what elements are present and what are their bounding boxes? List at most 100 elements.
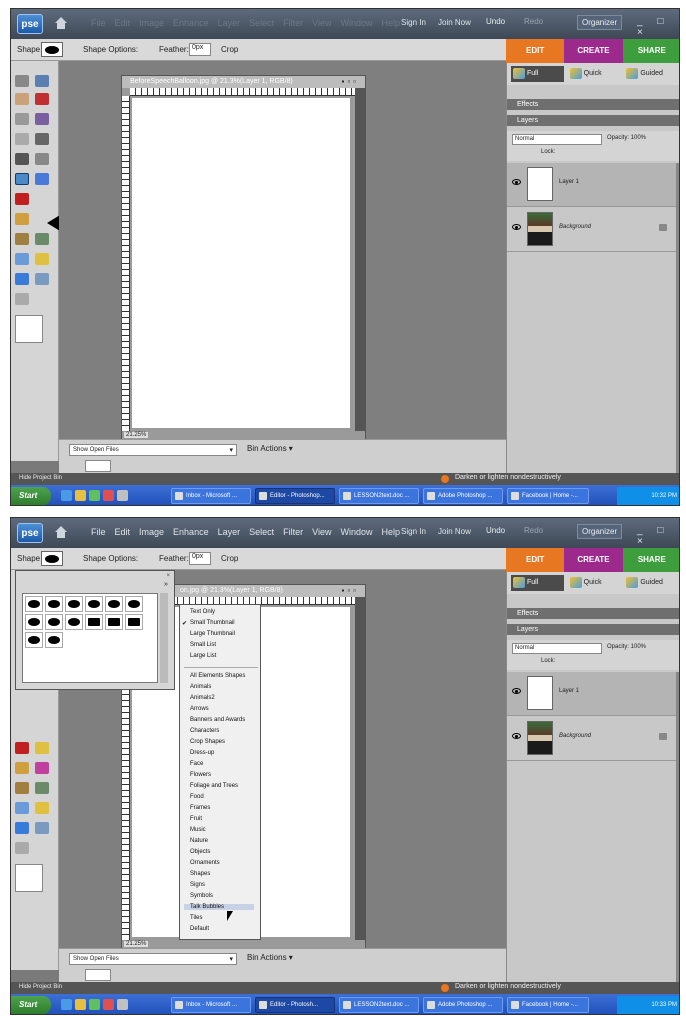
undo-button[interactable]: Undo xyxy=(486,17,505,26)
shape-picker-button[interactable] xyxy=(41,551,63,566)
menu-filter[interactable]: Filter xyxy=(283,527,303,537)
menu-select[interactable]: Select xyxy=(249,527,274,537)
picker-scrollbar[interactable] xyxy=(160,593,168,683)
menu-item-text-only[interactable]: Text Only xyxy=(190,609,215,615)
gradient-tool-icon[interactable] xyxy=(35,802,49,814)
brush-tool-icon[interactable] xyxy=(15,782,29,794)
menu-item-library[interactable]: Frames xyxy=(190,805,210,811)
effects-palette-header[interactable]: Effects xyxy=(507,99,679,110)
picker-menu-button[interactable]: » xyxy=(164,581,168,588)
bin-actions-menu[interactable]: Bin Actions ▾ xyxy=(247,953,293,962)
taskbar-button[interactable]: Adobe Photoshop ... xyxy=(423,488,503,504)
show-open-files-select[interactable]: Show Open Files xyxy=(69,953,237,965)
cookie-cutter-icon[interactable] xyxy=(35,173,49,185)
gradient-tool-icon[interactable] xyxy=(35,253,49,265)
menu-layer[interactable]: Layer xyxy=(218,527,241,537)
zoom-tool-icon[interactable] xyxy=(35,75,49,87)
quick-select-icon[interactable] xyxy=(15,133,29,145)
shape-tool-icon[interactable] xyxy=(15,173,29,185)
talk-bubble-shape[interactable] xyxy=(45,614,63,630)
organizer-button[interactable]: Organizer xyxy=(577,524,623,539)
quicklaunch-icon[interactable] xyxy=(103,490,114,501)
layer-row[interactable]: Layer 1 xyxy=(507,672,677,716)
eye-icon[interactable] xyxy=(512,224,521,230)
start-button[interactable]: Start xyxy=(11,996,51,1014)
menu-item-library[interactable]: Symbols xyxy=(190,893,213,899)
menu-item-library[interactable]: Face xyxy=(190,761,203,767)
smart-brush-icon[interactable] xyxy=(15,842,29,854)
tab-share[interactable]: SHARE xyxy=(622,548,679,572)
menu-help[interactable]: Help xyxy=(381,527,400,537)
menu-file[interactable]: File xyxy=(91,18,106,28)
sign-in-link[interactable]: Sign In xyxy=(401,18,426,27)
menu-image[interactable]: Image xyxy=(139,527,164,537)
window-controls[interactable]: _ □ × xyxy=(637,16,679,38)
redo-button[interactable]: Redo xyxy=(524,17,543,26)
menu-edit[interactable]: Edit xyxy=(115,527,131,537)
eye-icon[interactable] xyxy=(512,733,521,739)
hide-project-bin-button[interactable]: Hide Project Bin xyxy=(19,984,62,990)
menu-item-library[interactable]: Animals2 xyxy=(190,695,215,701)
menu-enhance[interactable]: Enhance xyxy=(173,527,209,537)
quicklaunch-icon[interactable] xyxy=(89,999,100,1010)
talk-bubble-shape[interactable] xyxy=(45,632,63,648)
type-tool-icon[interactable] xyxy=(15,153,29,165)
menu-item-large-list[interactable]: Large List xyxy=(190,653,216,659)
tab-quick[interactable]: Quick xyxy=(568,575,621,591)
menu-item-library[interactable]: Dress-up xyxy=(190,750,214,756)
crop-tool-icon[interactable] xyxy=(35,153,49,165)
foreground-color-swatch[interactable] xyxy=(15,315,43,343)
paint-bucket-icon[interactable] xyxy=(15,253,29,265)
talk-bubble-shape[interactable] xyxy=(65,596,83,612)
menu-item-library[interactable]: Fruit xyxy=(190,816,202,822)
menu-item-large-thumbnail[interactable]: Large Thumbnail xyxy=(190,631,235,637)
eye-icon[interactable] xyxy=(512,179,521,185)
menu-item-library[interactable]: Ornaments xyxy=(190,860,220,866)
sign-in-link[interactable]: Sign In xyxy=(401,527,426,536)
menu-item-library[interactable]: All Elements Shapes xyxy=(190,673,245,679)
feather-input[interactable]: 0px xyxy=(189,552,211,565)
menu-item-library[interactable]: Signs xyxy=(190,882,205,888)
menu-image[interactable]: Image xyxy=(139,18,164,28)
pencil-tool-icon[interactable] xyxy=(35,762,49,774)
move-tool-icon[interactable] xyxy=(15,75,29,87)
taskbar-button[interactable]: Editor - Photoshop... xyxy=(255,488,335,504)
menu-view[interactable]: View xyxy=(312,527,331,537)
menu-item-library[interactable]: Music xyxy=(190,827,206,833)
home-icon[interactable] xyxy=(53,15,69,31)
vertical-scrollbar[interactable] xyxy=(355,88,365,431)
menu-item-library[interactable]: Animals xyxy=(190,684,211,690)
picker-close-icon[interactable]: × xyxy=(166,573,170,579)
blend-mode-select[interactable]: Normal xyxy=(512,643,602,654)
menu-select[interactable]: Select xyxy=(249,18,274,28)
menu-help[interactable]: Help xyxy=(381,18,400,28)
bin-thumbnail[interactable] xyxy=(85,969,111,981)
taskbar-button[interactable]: Inbox - Microsoft ... xyxy=(171,997,251,1013)
paint-bucket-icon[interactable] xyxy=(15,802,29,814)
blur-tool-icon[interactable] xyxy=(15,822,29,834)
menu-window[interactable]: Window xyxy=(340,18,372,28)
undo-button[interactable]: Undo xyxy=(486,526,505,535)
talk-bubble-shape[interactable] xyxy=(65,614,83,630)
effects-palette-header[interactable]: Effects xyxy=(507,608,679,619)
menu-item-library[interactable]: Default xyxy=(190,926,209,932)
lasso-tool-icon[interactable] xyxy=(35,113,49,125)
talk-bubble-shape[interactable] xyxy=(85,596,103,612)
menu-item-library[interactable]: Banners and Awards xyxy=(190,717,245,723)
folder-icon[interactable] xyxy=(75,999,86,1010)
menu-item-library[interactable]: Tiles xyxy=(190,915,202,921)
foreground-color-swatch[interactable] xyxy=(15,864,43,892)
eye-icon[interactable] xyxy=(512,688,521,694)
clone-stamp-icon[interactable] xyxy=(15,213,29,225)
clone-stamp-icon[interactable] xyxy=(15,762,29,774)
layers-palette-header[interactable]: Layers xyxy=(507,624,679,635)
talk-bubble-shape[interactable] xyxy=(25,632,43,648)
menu-item-library[interactable]: Characters xyxy=(190,728,219,734)
menu-window[interactable]: Window xyxy=(340,527,372,537)
tab-edit[interactable]: EDIT xyxy=(506,39,565,63)
image-canvas[interactable] xyxy=(132,98,350,428)
sponge-tool-icon[interactable] xyxy=(35,822,49,834)
menu-item-library[interactable]: Arrows xyxy=(190,706,209,712)
organizer-button[interactable]: Organizer xyxy=(577,15,623,30)
tab-share[interactable]: SHARE xyxy=(622,39,679,63)
